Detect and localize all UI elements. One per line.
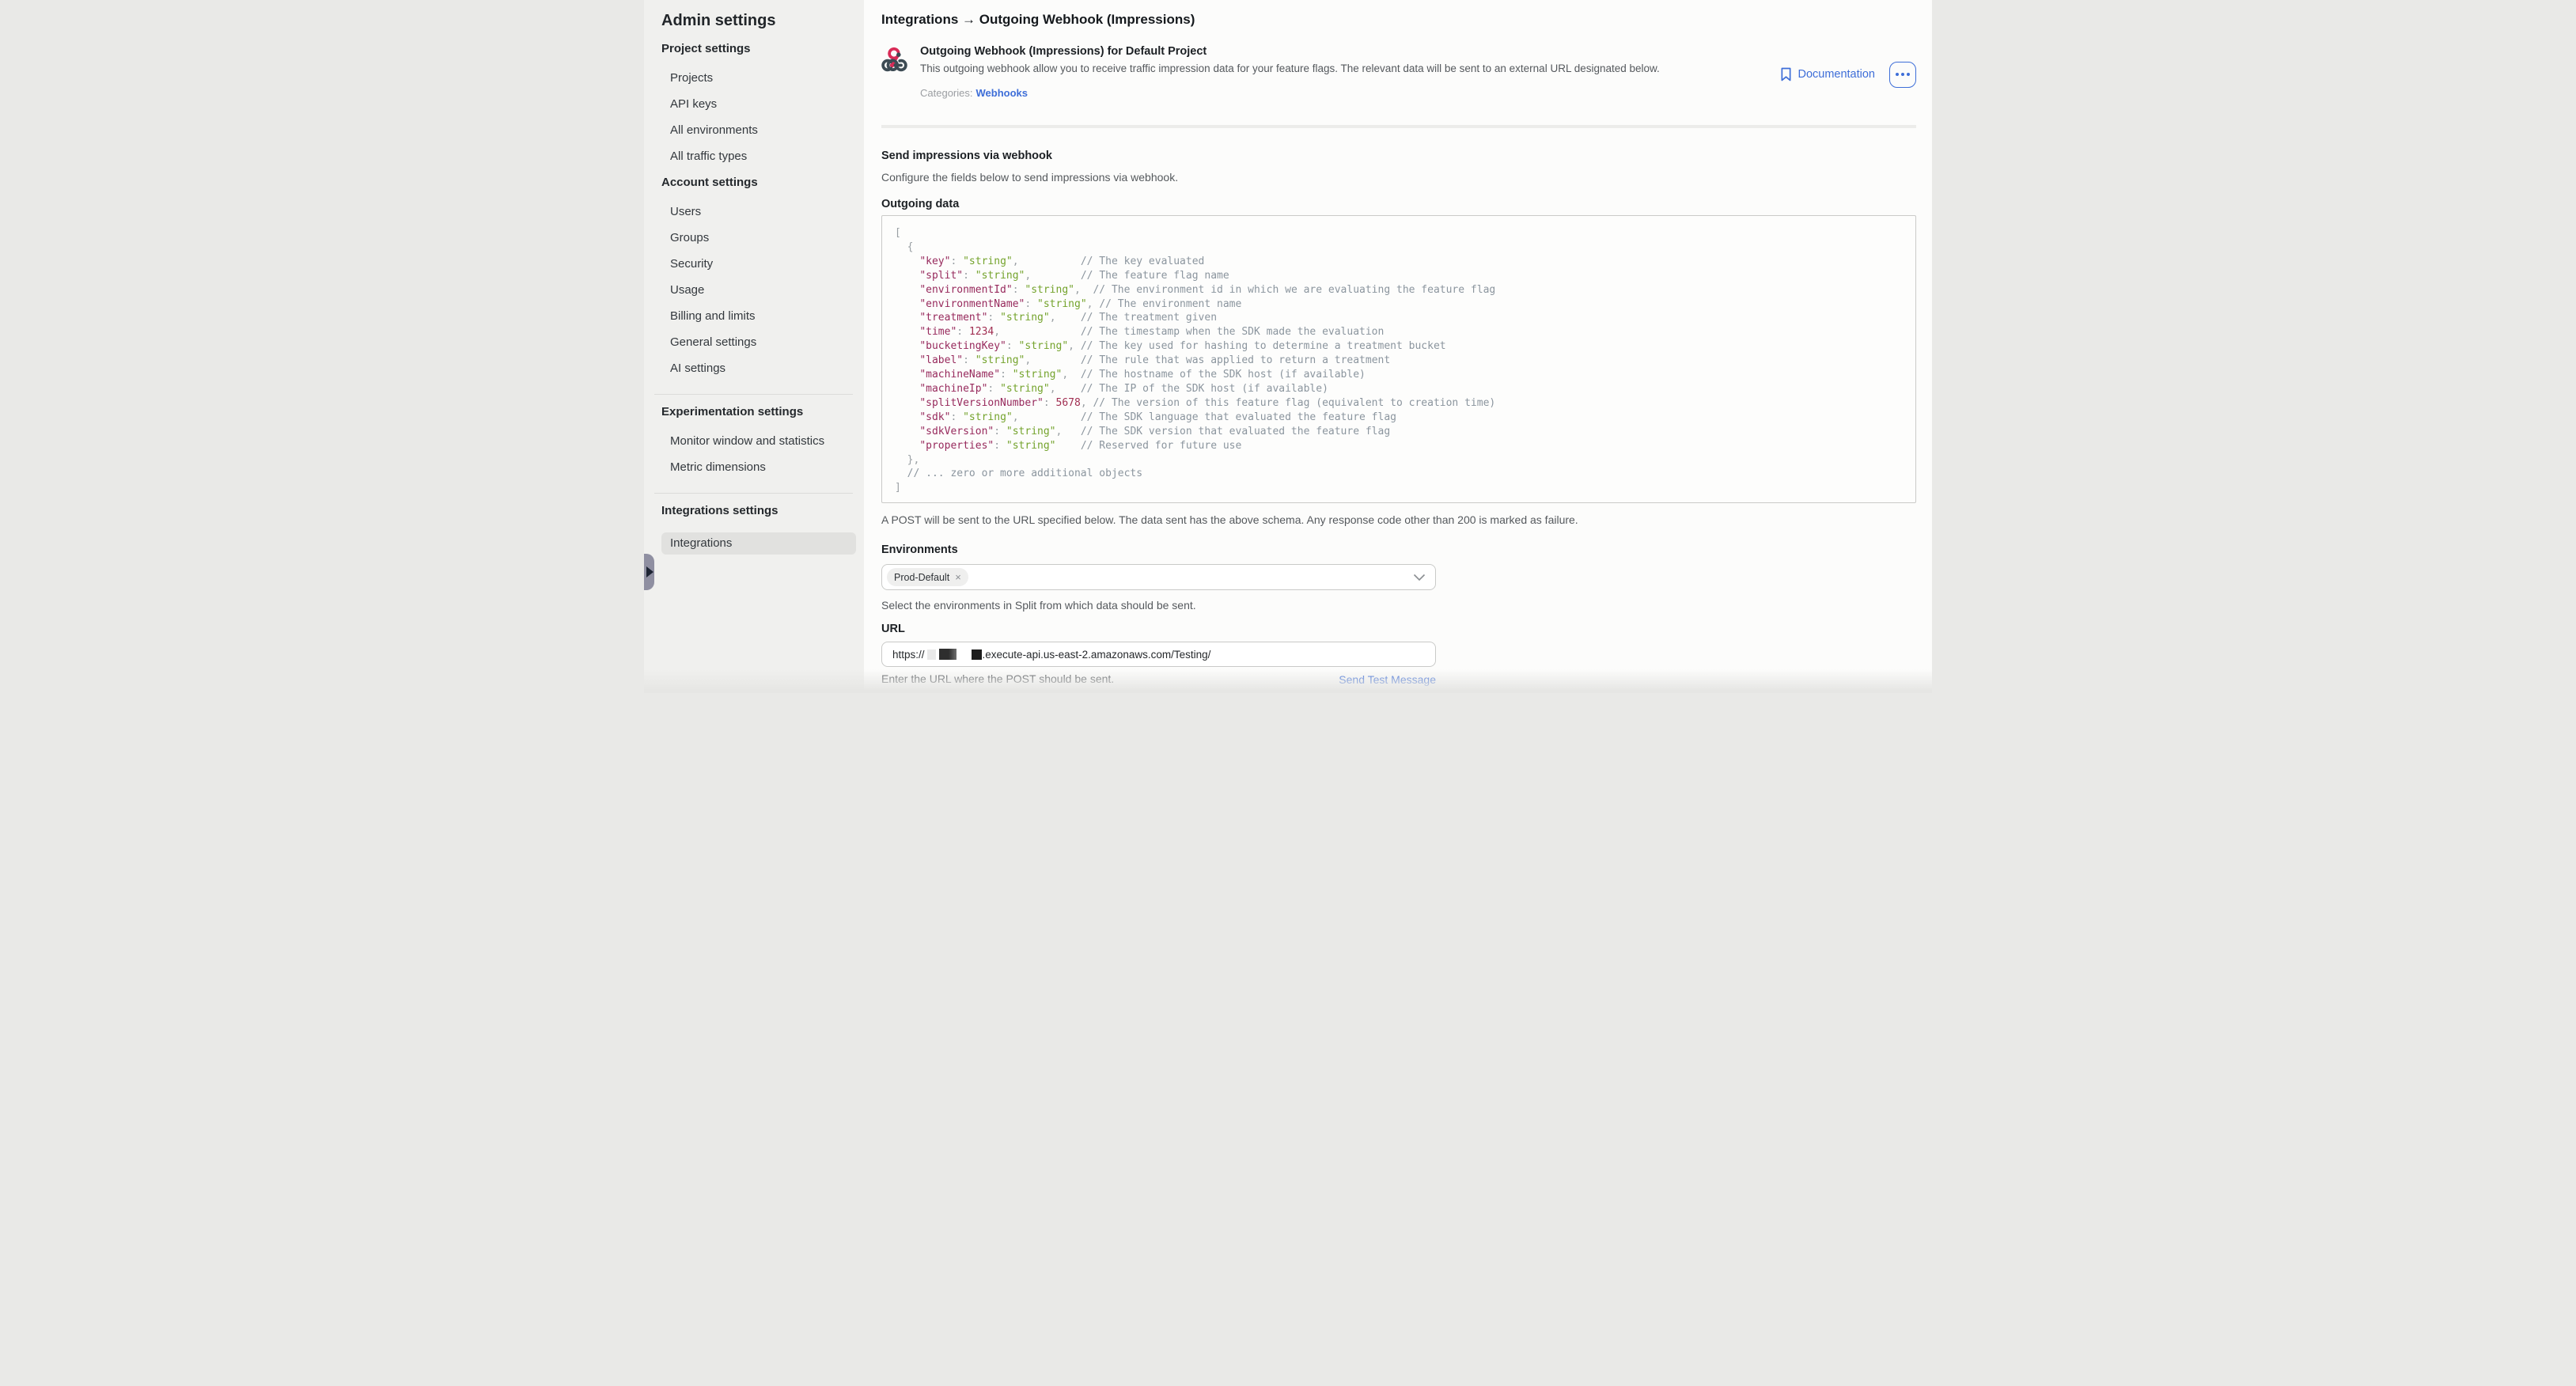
sidebar-collapse-handle[interactable] [644,554,654,590]
bookmark-icon [1780,67,1792,81]
sidebar-item-billing-and-limits[interactable]: Billing and limits [670,309,856,324]
url-help: Enter the URL where the POST should be s… [881,672,1114,686]
post-note: A POST will be sent to the URL specified… [881,513,1916,527]
code-line: // ... zero or more additional objects [895,467,1903,481]
code-line: "splitVersionNumber": 5678, // The versi… [895,396,1903,411]
documentation-label: Documentation [1798,68,1875,81]
webhook-section-title: Send impressions via webhook [881,149,1916,163]
sidebar-item-api-keys[interactable]: API keys [670,97,856,112]
sidebar-section-experimentation-settings: Experimentation settings [661,404,853,420]
sidebar-list: Users Groups Security Usage Billing and limi… [644,204,864,377]
redacted-url-segment [972,649,982,660]
code-line: "treatment": "string", // The treatment … [895,311,1903,325]
categories-label: Categories: [920,87,972,99]
category-webhooks-link[interactable]: Webhooks [975,87,1028,99]
redacted-url-segment [939,649,957,660]
sidebar-item-users[interactable]: Users [670,204,856,220]
sidebar-list: Projects API keys All environments All traf… [644,70,864,165]
code-line: "environmentName": "string", // The envi… [895,297,1903,312]
url-label: URL [881,622,1916,636]
environments-label: Environments [881,543,1916,557]
url-prefix: https:// [892,649,925,661]
code-line: }, [895,453,1903,468]
section-divider [881,125,1916,128]
send-test-message-link[interactable]: Send Test Message [1339,673,1436,686]
sidebar-item-projects[interactable]: Projects [670,70,856,86]
sidebar-item-ai-settings[interactable]: AI settings [670,361,856,377]
sidebar-item-metric-dimensions[interactable]: Metric dimensions [670,460,856,475]
webhook-section-desc: Configure the fields below to send impre… [881,170,1916,184]
code-line: "split": "string", // The feature flag n… [895,269,1903,283]
documentation-link[interactable]: Documentation [1780,67,1875,81]
breadcrumb: Integrations → Outgoing Webhook (Impress… [881,11,1916,28]
code-line: "sdkVersion": "string", // The SDK versi… [895,425,1903,439]
main-content: Integrations → Outgoing Webhook (Impress… [864,0,1932,693]
schema-code: [ { "key": "string", // The key evaluate… [895,226,1903,495]
expand-arrow-icon [646,566,653,578]
integration-title: Outgoing Webhook (Impressions) for Defau… [920,44,1780,59]
redacted-url-segment [927,649,936,660]
sidebar-item-monitor-window-and-statistics[interactable]: Monitor window and statistics [670,434,856,449]
code-line: "sdk": "string", // The SDK language tha… [895,411,1903,425]
sidebar-item-groups[interactable]: Groups [670,230,856,246]
environments-help: Select the environments in Split from wh… [881,599,1916,612]
code-line: "bucketingKey": "string", // The key use… [895,339,1903,354]
header-actions: Documentation [1780,49,1916,100]
integration-info: Outgoing Webhook (Impressions) for Defau… [920,44,1780,100]
code-line: "time": 1234, // The timestamp when the … [895,325,1903,339]
code-line: "environmentId": "string", // The enviro… [895,283,1903,297]
code-line: "machineName": "string", // The hostname… [895,368,1903,382]
integration-header: Outgoing Webhook (Impressions) for Defau… [881,44,1916,100]
sidebar-list: Monitor window and statistics Metric dime… [644,434,864,475]
sidebar-item-security[interactable]: Security [670,256,856,272]
admin-settings-sidebar: Admin settings Project settings Projects A… [644,0,864,693]
sidebar-divider [654,493,853,494]
integration-description: This outgoing webhook allow you to recei… [920,62,1780,76]
sidebar-item-general-settings[interactable]: General settings [670,335,856,350]
close-icon[interactable]: × [955,572,961,582]
code-line: ] [895,481,1903,495]
code-line: "key": "string", // The key evaluated [895,255,1903,269]
integration-categories: Categories:Webhooks [920,86,1780,100]
code-line: "properties": "string" // Reserved for f… [895,439,1903,453]
environments-select[interactable]: Prod-Default × [881,564,1436,590]
code-line: [ [895,226,1903,240]
outgoing-data-schema: [ { "key": "string", // The key evaluate… [881,215,1916,503]
outgoing-data-label: Outgoing data [881,197,1916,211]
sidebar-title: Admin settings [661,11,853,30]
sidebar-section-account-settings: Account settings [661,175,853,191]
more-options-button[interactable] [1889,62,1916,88]
sidebar-item-all-traffic-types[interactable]: All traffic types [670,149,856,165]
chevron-down-icon [1413,574,1426,581]
url-help-row: Enter the URL where the POST should be s… [881,672,1436,686]
sidebar-section-project-settings: Project settings [661,41,853,57]
sidebar-section-integrations-settings: Integrations settings [661,503,853,519]
ellipsis-icon [1896,73,1899,76]
sidebar-list: Integrations [644,532,864,555]
code-line: "label": "string", // The rule that was … [895,354,1903,368]
sidebar-item-usage[interactable]: Usage [670,282,856,298]
environment-chip-label: Prod-Default [894,572,949,583]
url-input[interactable]: https:// .execute-api.us-east-2.amazonaws… [881,642,1436,667]
app-window: Admin settings Project settings Projects A… [644,0,1932,693]
webhook-logo-icon [881,46,907,72]
sidebar-item-integrations[interactable]: Integrations [661,532,856,555]
code-line: "machineIp": "string", // The IP of the … [895,382,1903,396]
environment-chip: Prod-Default × [887,568,968,586]
url-suffix: .execute-api.us-east-2.amazonaws.com/Tes… [983,649,1211,661]
sidebar-divider [654,394,853,395]
sidebar-nav: Project settings Projects API keys All envi… [644,41,864,555]
code-line: { [895,240,1903,255]
sidebar-item-all-environments[interactable]: All environments [670,123,856,138]
